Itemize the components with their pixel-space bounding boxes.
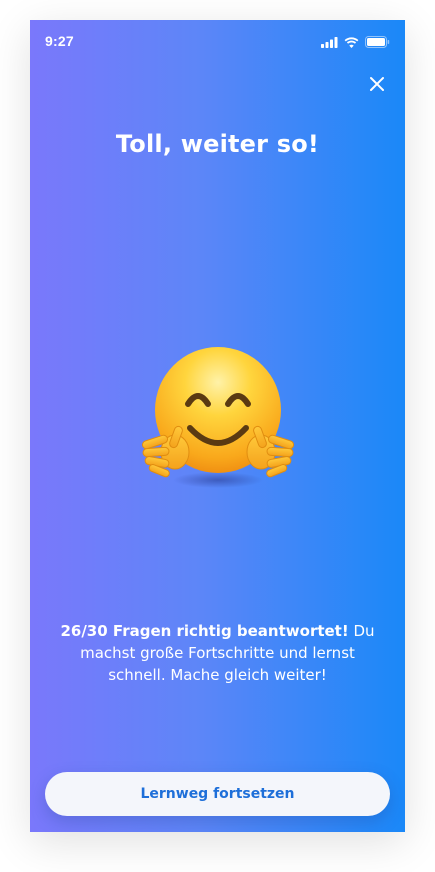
battery-icon bbox=[365, 36, 390, 48]
close-button[interactable] bbox=[363, 70, 391, 98]
result-score: 26/30 Fragen richtig beantwortet! bbox=[60, 622, 349, 640]
status-bar: 9:27 bbox=[30, 20, 405, 64]
continue-learning-button[interactable]: Lernweg fortsetzen bbox=[45, 772, 390, 816]
result-message: 26/30 Fragen richtig beantwortet! Du mac… bbox=[60, 620, 375, 686]
wifi-icon bbox=[344, 36, 359, 48]
status-icons bbox=[321, 36, 390, 48]
result-title: Toll, weiter so! bbox=[115, 130, 320, 158]
status-time: 9:27 bbox=[45, 33, 74, 49]
signal-icon bbox=[321, 36, 338, 48]
hugging-face-emoji bbox=[140, 340, 300, 490]
quiz-result-screen: 9:27 Toll, weiter so! 26/30 Fragen richt… bbox=[30, 20, 405, 832]
continue-learning-label: Lernweg fortsetzen bbox=[140, 786, 295, 802]
close-icon bbox=[370, 77, 384, 91]
